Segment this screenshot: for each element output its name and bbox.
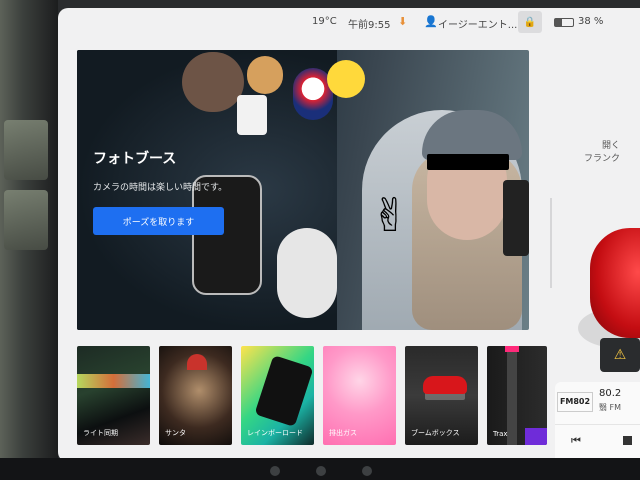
tile-label: レインボーロード [247, 429, 303, 437]
hero-text: フォトブース カメラの時間は楽しい時間です。 [93, 148, 227, 193]
dog-sticker [247, 56, 283, 94]
skip-previous-icon[interactable]: ⏮ [571, 434, 581, 448]
sloth-sticker [182, 52, 244, 112]
outside-temperature: 19°C [312, 16, 337, 27]
panel-divider [550, 198, 552, 288]
download-icon[interactable]: ⬇ [398, 15, 407, 28]
tile-emissions[interactable]: 排出ガス [323, 346, 396, 445]
tile-label: ブームボックス [411, 429, 460, 437]
hero-title: フォトブース [93, 151, 177, 167]
dock-bar [0, 458, 640, 480]
media-player: FM802 80.2 翳 FM ⏮ [555, 382, 640, 462]
stop-icon[interactable] [623, 436, 632, 445]
grimace-emoji-sticker [327, 60, 365, 98]
tile-santa[interactable]: サンタ [159, 346, 232, 445]
user-icon[interactable]: 👤 [424, 15, 438, 28]
station-logo: FM802 [557, 392, 593, 412]
tile-light-sync[interactable]: ライト同期 [77, 346, 150, 445]
balloon-rabbit-sticker [277, 228, 337, 318]
band-prefix: 翳 [599, 403, 607, 412]
air-vent [4, 190, 48, 250]
dock-icons [270, 466, 372, 476]
media-divider [555, 424, 640, 425]
pixel-sunglasses-sticker [427, 154, 509, 170]
trax-accent [505, 346, 519, 352]
toybox-tiles: ライト同期 サンタ レインボーロード 排出ガス ブームボックス Trax [77, 346, 547, 445]
air-vent [4, 120, 48, 180]
open-frunk-button[interactable]: 開く フランク [558, 140, 620, 166]
peace-hand-sticker [192, 175, 262, 295]
clock: 午前9:55 [348, 20, 391, 31]
band-name: FM [609, 403, 622, 412]
car-interior-left [0, 0, 58, 480]
dock-icon[interactable] [270, 466, 280, 476]
frunk-line1: 開く [601, 141, 620, 151]
dock-icon[interactable] [362, 466, 372, 476]
robot-sticker [503, 180, 529, 256]
frunk-line2: フランク [583, 154, 620, 164]
station-band: 翳 FM [599, 402, 621, 413]
photo-booth-hero: ✌ フォトブース カメラの時間は楽しい時間です。 ポーズを取ります [77, 50, 529, 330]
dock-icon[interactable] [316, 466, 326, 476]
car-render [590, 228, 640, 338]
warning-icon[interactable]: ⚠ [600, 338, 640, 372]
pose-button[interactable]: ポーズを取ります [93, 207, 224, 235]
tile-trax[interactable]: Trax [487, 346, 547, 445]
driver-profile[interactable]: イージーエント... [438, 16, 517, 31]
tile-label: サンタ [165, 429, 186, 437]
drink-cup-sticker [237, 95, 267, 135]
tile-label: Trax [493, 430, 508, 438]
tile-label: 排出ガス [329, 429, 357, 437]
lock-icon[interactable]: 🔒 [518, 11, 542, 33]
tile-label: ライト同期 [83, 429, 118, 437]
tile-boombox[interactable]: ブームボックス [405, 346, 478, 445]
hero-description: カメラの時間は楽しい時間です。 [93, 183, 228, 193]
touchscreen: 19°C 午前9:55 ⬇ 👤 イージーエント... 🔒 38 % ✌ フォトブ… [58, 8, 640, 462]
tile-rainbow-road[interactable]: レインボーロード [241, 346, 314, 445]
peace-emoji-sticker: ✌ [370, 188, 410, 242]
station-frequency: 80.2 [599, 388, 622, 399]
